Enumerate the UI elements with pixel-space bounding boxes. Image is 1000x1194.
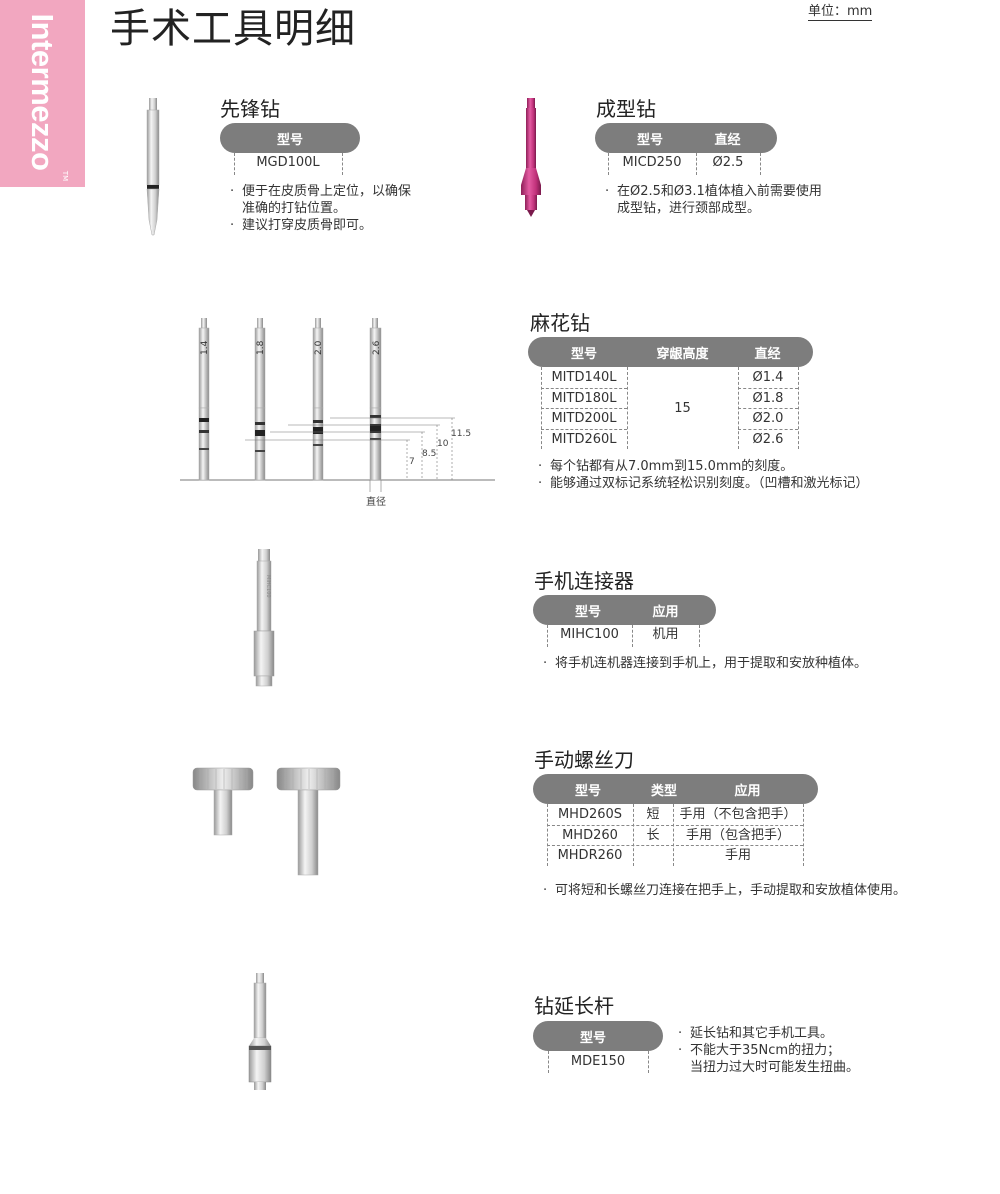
handpiece-title: 手机连接器: [534, 569, 634, 593]
driver-title: 手动螺丝刀: [534, 748, 634, 772]
extension-title: 钻延长杆: [534, 994, 614, 1018]
twist-dia-4: Ø2.6: [752, 432, 784, 447]
pilot-title: 先锋钻: [220, 97, 280, 121]
driver-row3-app: 手用: [724, 848, 751, 863]
driver-notes: · 可将短和长螺丝刀连接在把手上，手动提取和安放植体使用。: [543, 883, 907, 898]
driver-row2-app: 手用（包含把手）: [685, 828, 790, 843]
handpiece-table-header: 型号 应用: [533, 595, 716, 625]
twist-height: 15: [674, 401, 691, 416]
driver-row2-model: MHD260: [562, 828, 618, 843]
twist-model-3: MITD200L: [551, 411, 617, 426]
shaping-drill-image: [521, 98, 541, 217]
shaping-col-model: 型号: [636, 132, 663, 148]
drill-label-4: 2.6: [372, 340, 382, 355]
shaping-table-header: 型号 直经: [595, 123, 777, 153]
brand-tm: TM: [61, 170, 70, 182]
drill-1-4: 1.4: [198, 318, 210, 481]
pilot-table-header: 型号: [220, 123, 360, 153]
screwdrivers-image: [192, 767, 341, 876]
twist-dia-2: Ø1.8: [752, 391, 784, 406]
brand-tab: Intermezzo TM: [0, 0, 85, 187]
dim-7: 7: [409, 457, 415, 467]
extension-col-model: 型号: [579, 1030, 606, 1046]
twist-title: 麻花钻: [530, 311, 590, 335]
handpiece-notes: · 将手机连机器连接到手机上，用于提取和安放种植体。: [543, 656, 868, 671]
shaping-notes: · 在Ø2.5和Ø3.1植体植入前需要使用 成型钻，进行颈部成型。: [605, 184, 822, 216]
diameter-label: 直径: [366, 495, 386, 508]
shaping-title: 成型钻: [596, 97, 656, 121]
twist-model-4: MITD260L: [551, 432, 617, 447]
driver-col-app: 应用: [734, 783, 761, 799]
drill-extension-image: [248, 973, 272, 1090]
svg-text:MIHC100: MIHC100: [265, 575, 271, 598]
pilot-col-model: 型号: [276, 132, 303, 148]
pilot-notes: · 便于在皮质骨上定位，以确保 准确的打钻位置。 · 建议打穿皮质骨即可。: [230, 184, 412, 233]
twist-col-model: 型号: [570, 346, 597, 362]
twist-model-1: MITD140L: [551, 370, 617, 385]
dim-11-5: 11.5: [451, 429, 471, 439]
drill-1-8: 1.8: [254, 318, 266, 481]
driver-row3-model: MHDR260: [557, 848, 623, 863]
twist-col-height: 穿龈高度: [656, 346, 709, 362]
shaping-model: MICD250: [622, 155, 682, 170]
handpiece-connector-image: MIHC100: [253, 549, 275, 687]
dim-8-5: 8.5: [422, 449, 436, 459]
pilot-model: MGD100L: [256, 155, 320, 170]
drill-label-3: 2.0: [314, 340, 324, 355]
driver-col-type: 类型: [650, 783, 677, 799]
page-title: 手术工具明细: [110, 6, 356, 52]
extension-table-header: 型号: [533, 1021, 663, 1051]
drill-label-2: 1.8: [256, 340, 266, 355]
unit-label: 单位：mm: [808, 0, 873, 21]
pilot-drill-image: [146, 98, 160, 236]
driver-row1-model: MHD260S: [557, 807, 623, 822]
drill-2-6: 2.6: [369, 318, 382, 481]
twist-drills-diagram: 1.4 1.8 2.0 2.6 11.5 10 8.5 7 直径: [180, 318, 495, 508]
driver-table-header: 型号 类型 应用: [533, 774, 818, 804]
handpiece-col-app: 应用: [652, 604, 679, 620]
handpiece-col-model: 型号: [574, 604, 601, 620]
shaping-col-dia: 直经: [714, 132, 741, 148]
driver-row2-type: 长: [646, 828, 660, 843]
handpiece-model: MIHC100: [560, 627, 619, 642]
drill-2-0: 2.0: [312, 318, 324, 481]
twist-col-dia: 直经: [754, 346, 781, 362]
driver-row1-type: 短: [646, 807, 660, 822]
brand-logo: Intermezzo: [25, 13, 60, 171]
extension-notes: · 延长钻和其它手机工具。 · 不能大于35Ncm的扭力； 当扭力过大时可能发生扭曲…: [678, 1026, 860, 1075]
drill-label-1: 1.4: [200, 340, 210, 355]
extension-model: MDE150: [570, 1054, 626, 1069]
twist-model-2: MITD180L: [551, 391, 617, 406]
twist-dia-3: Ø2.0: [752, 411, 784, 426]
driver-col-model: 型号: [574, 783, 601, 799]
twist-dia-1: Ø1.4: [752, 370, 784, 385]
twist-table-header: 型号 穿龈高度 直经: [528, 337, 813, 367]
twist-notes: · 每个钻都有从7.0mm到15.0mm的刻度。 · 能够通过双标记系统轻松识别刻度…: [538, 459, 869, 491]
dim-10: 10: [437, 439, 449, 449]
handpiece-app: 机用: [652, 627, 679, 642]
driver-row1-app: 手用（不包含把手）: [679, 807, 797, 822]
shaping-dia: Ø2.5: [712, 155, 744, 170]
